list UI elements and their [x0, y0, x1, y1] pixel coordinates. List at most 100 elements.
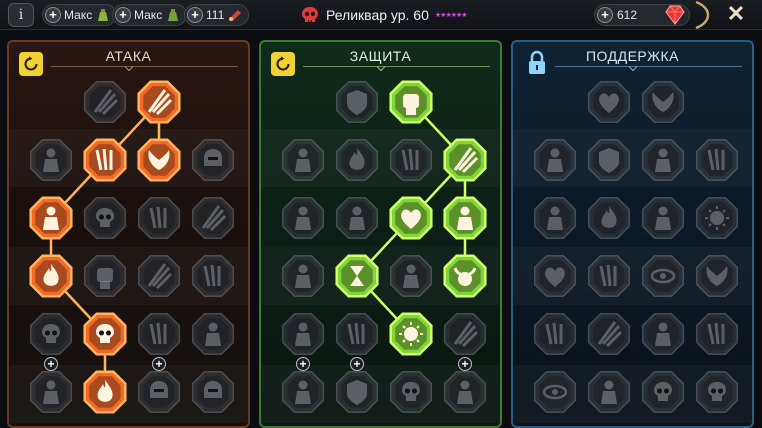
defense-skill-node-person[interactable]: [333, 194, 381, 242]
close-button[interactable]: ✕: [724, 2, 748, 26]
support-skill-node-shield[interactable]: [585, 136, 633, 184]
defense-skill-node-claw[interactable]: [387, 136, 435, 184]
potion-icon: [168, 9, 179, 21]
attack-skill-node-claw[interactable]: [135, 194, 183, 242]
attack-skill-node-claw-active[interactable]: [81, 136, 129, 184]
support-skill-node-skull[interactable]: [693, 368, 741, 416]
attack-skill-node-blades[interactable]: [189, 194, 237, 242]
support-skill-node-eye[interactable]: [531, 368, 579, 416]
defense-skill-node-person[interactable]: [441, 368, 489, 416]
defense-skill-node-heart-active[interactable]: [387, 194, 435, 242]
attack-skill-node-person[interactable]: [189, 310, 237, 358]
resource-potion-1[interactable]: + Макс: [42, 4, 118, 26]
attack-skill-node-blades[interactable]: [135, 252, 183, 300]
skull-icon: [302, 7, 318, 22]
attack-skill-node-claw[interactable]: [189, 252, 237, 300]
attack-panel: АТАКА + +: [7, 40, 250, 428]
support-panel: ПОДДЕРЖКА: [511, 40, 754, 428]
relic-level-title: Реликвар ур. 60: [326, 7, 429, 23]
defense-skill-node-shield[interactable]: [333, 368, 381, 416]
resource-potion-2[interactable]: + Макс: [112, 4, 188, 26]
defense-skill-node-person[interactable]: [279, 310, 327, 358]
defense-skill-node-hourglass-active[interactable]: [333, 252, 381, 300]
scroll-icon: [229, 10, 242, 21]
attack-skill-node-flame-active[interactable]: [27, 252, 75, 300]
support-skill-node-heart[interactable]: [531, 252, 579, 300]
potion-icon: [98, 9, 109, 21]
attack-skill-node-blades[interactable]: [81, 78, 129, 126]
attack-skill-node-skull[interactable]: [27, 310, 75, 358]
attack-skill-node-helm[interactable]: [189, 136, 237, 184]
defense-panel: ЗАЩИТА + + +: [259, 40, 502, 428]
defense-skill-node-blades[interactable]: [441, 310, 489, 358]
plus-icon[interactable]: +: [597, 7, 613, 23]
plus-icon[interactable]: +: [115, 7, 131, 23]
support-skill-node-person[interactable]: [639, 310, 687, 358]
attack-skill-node-wings-active[interactable]: [135, 136, 183, 184]
defense-skill-node-claw[interactable]: [333, 310, 381, 358]
header-divider: [555, 66, 742, 67]
bow-icon: [695, 0, 710, 30]
support-skill-node-claw[interactable]: [585, 252, 633, 300]
resource-scroll-value: 111: [206, 8, 225, 22]
support-skill-node-claw[interactable]: [531, 310, 579, 358]
attack-skill-node-person[interactable]: [27, 368, 75, 416]
relic-stars: ★★★★★★: [434, 12, 468, 19]
upgrade-plus-button[interactable]: +: [350, 357, 364, 371]
upgrade-plus-button[interactable]: +: [152, 357, 166, 371]
resource-potion-2-value: Макс: [134, 8, 163, 22]
attack-skill-node-flame-active[interactable]: [81, 368, 129, 416]
support-skill-node-wings[interactable]: [693, 252, 741, 300]
attack-skill-node-blades-active[interactable]: [135, 78, 183, 126]
defense-skill-node-blades-active[interactable]: [441, 136, 489, 184]
support-skill-node-skull[interactable]: [639, 368, 687, 416]
attack-skill-node-skull-active[interactable]: [81, 310, 129, 358]
support-skill-node-person[interactable]: [639, 194, 687, 242]
attack-skill-node-claw[interactable]: [135, 310, 183, 358]
attack-skill-node-helm[interactable]: [135, 368, 183, 416]
plus-icon[interactable]: +: [45, 7, 61, 23]
gems-value: 612: [617, 8, 638, 22]
resource-scroll[interactable]: + 111: [184, 4, 250, 26]
support-skill-node-person[interactable]: [639, 136, 687, 184]
attack-skill-node-person[interactable]: [27, 136, 75, 184]
defense-skill-node-skull[interactable]: [387, 368, 435, 416]
defense-skill-node-person[interactable]: [279, 368, 327, 416]
support-skill-node-person[interactable]: [531, 136, 579, 184]
defense-skill-node-person-active[interactable]: [441, 194, 489, 242]
support-skill-node-claw[interactable]: [693, 310, 741, 358]
support-skill-node-person[interactable]: [531, 194, 579, 242]
top-bar: i + Макс + Макс + 111 Реликвар ур. 60 ★★…: [0, 0, 762, 30]
ruby-icon: [665, 5, 685, 25]
defense-skill-node-person[interactable]: [387, 252, 435, 300]
plus-icon[interactable]: +: [187, 7, 203, 23]
attack-skill-node-skull[interactable]: [81, 194, 129, 242]
support-skill-node-heart[interactable]: [585, 78, 633, 126]
attack-skill-node-fist[interactable]: [81, 252, 129, 300]
defense-skill-node-bull-active[interactable]: [441, 252, 489, 300]
info-button[interactable]: i: [8, 3, 34, 27]
relic-title: Реликвар ур. 60 ★★★★★★: [300, 3, 468, 27]
upgrade-plus-button[interactable]: +: [296, 357, 310, 371]
resource-gems[interactable]: + 612: [594, 4, 690, 26]
attack-skill-node-person-active[interactable]: [27, 194, 75, 242]
defense-skill-node-person[interactable]: [279, 136, 327, 184]
support-skill-node-flame[interactable]: [585, 194, 633, 242]
support-skill-node-blades[interactable]: [585, 310, 633, 358]
support-skill-node-sun[interactable]: [693, 194, 741, 242]
support-skill-node-eye[interactable]: [639, 252, 687, 300]
support-skill-node-person[interactable]: [585, 368, 633, 416]
header-divider-tick: [628, 62, 638, 72]
support-skill-node-claw[interactable]: [693, 136, 741, 184]
upgrade-plus-button[interactable]: +: [44, 357, 58, 371]
defense-skill-node-person[interactable]: [279, 252, 327, 300]
defense-skill-node-shield[interactable]: [333, 78, 381, 126]
support-skill-node-wings[interactable]: [639, 78, 687, 126]
defense-skill-node-flame[interactable]: [333, 136, 381, 184]
resource-potion-1-value: Макс: [64, 8, 93, 22]
defense-skill-node-person[interactable]: [279, 194, 327, 242]
defense-skill-node-fist-active[interactable]: [387, 78, 435, 126]
attack-skill-node-helm[interactable]: [189, 368, 237, 416]
defense-skill-node-sun-active[interactable]: [387, 310, 435, 358]
upgrade-plus-button[interactable]: +: [458, 357, 472, 371]
